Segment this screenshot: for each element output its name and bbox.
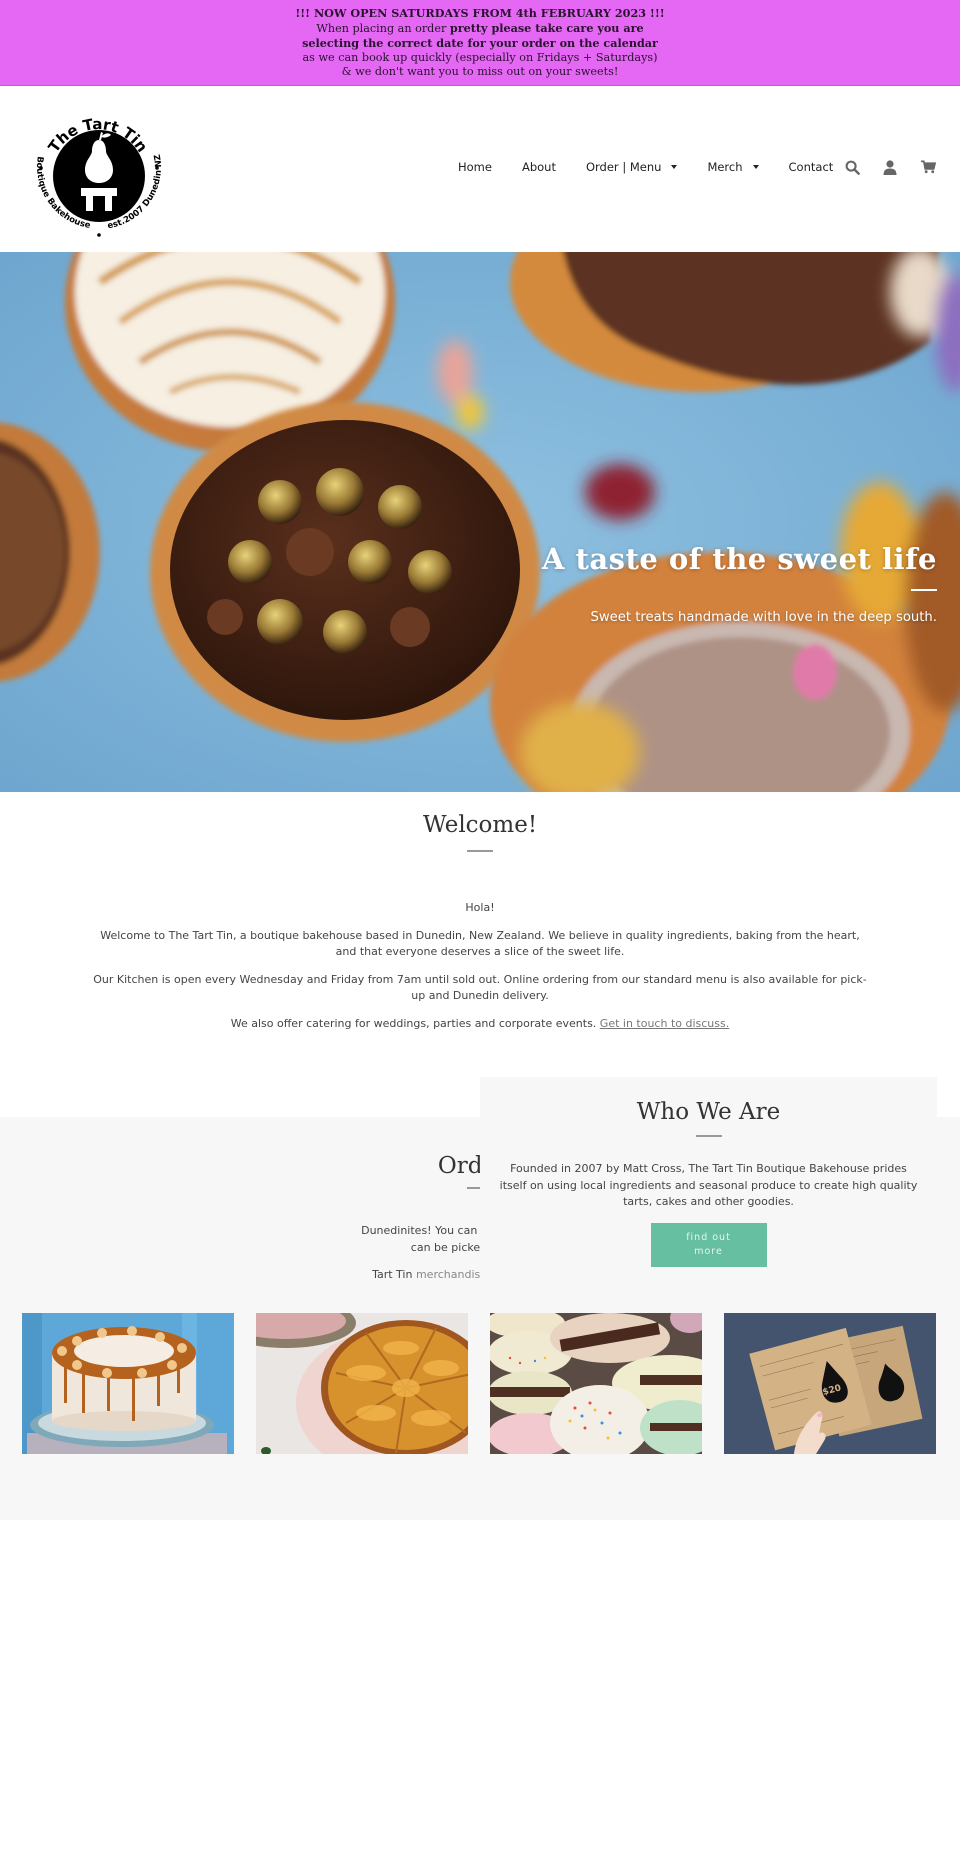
order-line-3-prefix: Tart Tin [372, 1268, 416, 1281]
site-header: The Tart Tin Boutique Bakehouse est.2007… [0, 86, 960, 252]
product-card-macarons[interactable] [490, 1313, 702, 1454]
macarons-image [490, 1313, 702, 1454]
welcome-body: Hola! Welcome to The Tart Tin, a boutiqu… [90, 900, 870, 1032]
cart-button[interactable] [918, 157, 938, 177]
find-out-more-button[interactable]: find out more [650, 1222, 767, 1267]
announcement-line-2: When placing an order pretty please take… [0, 21, 960, 37]
welcome-paragraph-2: Our Kitchen is open every Wednesday and … [93, 972, 867, 1003]
search-button[interactable] [842, 157, 862, 177]
welcome-section: Welcome! Hola! Welcome to The Tart Tin, … [0, 792, 960, 1043]
product-card-gift-vouchers[interactable]: $50 $20 [724, 1313, 936, 1454]
apple-tart-image [256, 1313, 468, 1454]
welcome-paragraph-3: We also offer catering for weddings, par… [90, 1016, 870, 1033]
nav-home-label: Home [458, 160, 492, 174]
welcome-paragraph-3-text: We also offer catering for weddings, par… [230, 1016, 600, 1030]
announcement-line-2-normal: When placing an order [316, 21, 450, 35]
account-icon [883, 159, 897, 175]
announcement-line-2-bold: pretty please take care you are [449, 20, 644, 35]
logo[interactable]: The Tart Tin Boutique Bakehouse est.2007… [28, 98, 168, 238]
product-grid: $50 $20 [22, 1313, 958, 1454]
nav-about-label: About [521, 160, 556, 174]
announcement-line-4: as we can book up quickly (especially on… [302, 50, 658, 64]
nav-merch[interactable]: Merch [707, 160, 759, 174]
nav-order-menu-label: Order | Menu [585, 160, 662, 174]
welcome-greeting: Hola! [465, 901, 495, 914]
welcome-title: Welcome! [422, 812, 538, 838]
who-we-are-divider [695, 1135, 722, 1137]
get-in-touch-link[interactable]: Get in touch to discuss. [600, 1017, 729, 1030]
nav-home[interactable]: Home [458, 160, 492, 174]
caret-down-icon [752, 165, 759, 169]
announcement-line-5: & we don't want you to miss out on your … [341, 65, 619, 78]
announcement-banner: !!! NOW OPEN SATURDAYS FROM 4th FEBRUARY… [0, 0, 960, 86]
account-button[interactable] [880, 157, 900, 177]
product-card-caramel-cake[interactable] [22, 1313, 234, 1454]
who-we-are-panel: Who We Are Founded in 2007 by Matt Cross… [480, 1077, 937, 1280]
search-icon [845, 160, 860, 175]
nav-merch-label: Merch [707, 160, 743, 174]
merchandise-link[interactable]: merchandise [416, 1268, 487, 1281]
hero-image [0, 252, 960, 792]
who-we-are-text: Founded in 2007 by Matt Cross, The Tart … [499, 1162, 918, 1208]
hero-title: A taste of the sweet life [541, 542, 937, 576]
caramel-cake-image [22, 1313, 234, 1454]
nav-order-menu[interactable]: Order | Menu [585, 160, 678, 174]
welcome-divider [467, 850, 493, 852]
cart-icon [920, 160, 936, 174]
main-nav: Home About Order | Menu Merch Contact [458, 160, 863, 174]
hero-banner: A taste of the sweet life Sweet treats h… [0, 252, 960, 792]
who-we-are-title: Who We Are [636, 1099, 781, 1125]
caret-down-icon [671, 165, 678, 169]
announcement-headline: !!! NOW OPEN SATURDAYS FROM 4th FEBRUARY… [295, 6, 665, 20]
header-icons [824, 157, 938, 177]
gift-vouchers-image: $50 $20 [724, 1313, 936, 1454]
product-card-apple-tart[interactable] [256, 1313, 468, 1454]
announcement-line-3: selecting the correct date for your orde… [302, 36, 658, 50]
nav-about[interactable]: About [522, 160, 556, 174]
welcome-paragraph-1: Welcome to The Tart Tin, a boutique bake… [100, 928, 860, 959]
hero-divider [911, 589, 937, 591]
hero-subtitle: Sweet treats handmade with love in the d… [590, 610, 938, 625]
